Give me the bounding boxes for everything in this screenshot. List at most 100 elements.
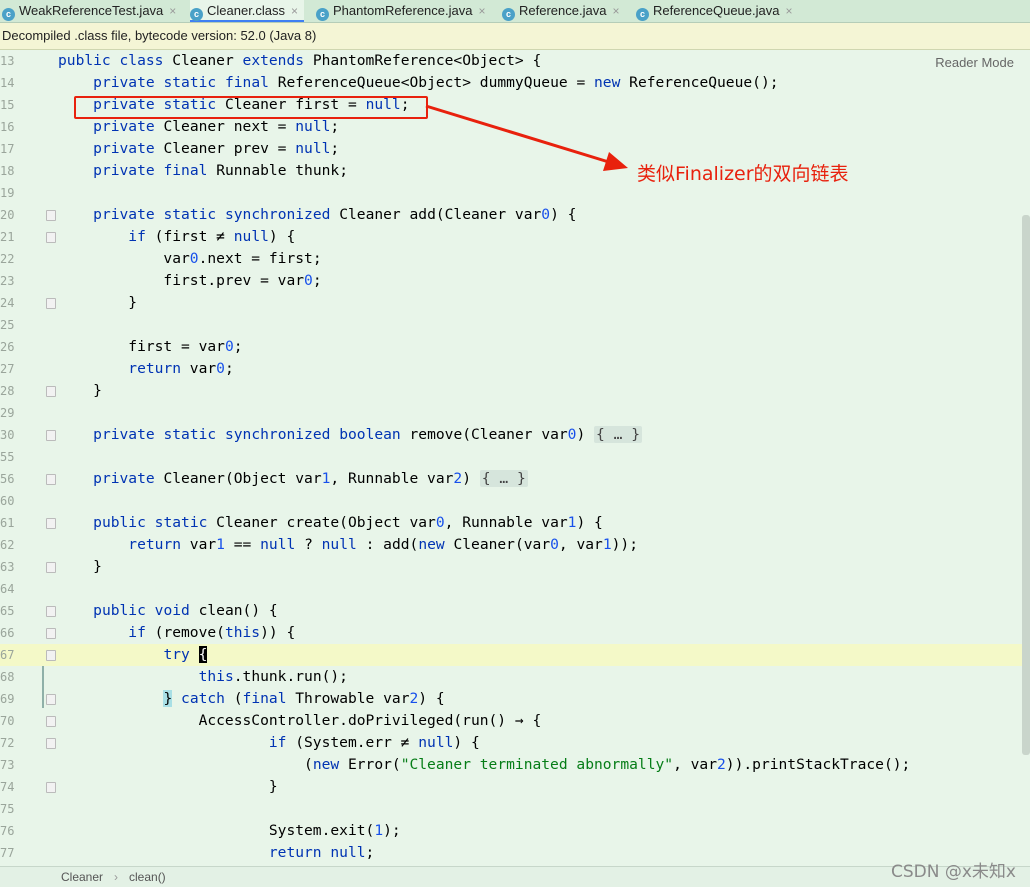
code-line[interactable]: 17 private Cleaner prev = null; bbox=[0, 138, 1030, 160]
code-line[interactable]: 20 private static synchronized Cleaner a… bbox=[0, 204, 1030, 226]
code-line[interactable]: 77 return null; bbox=[0, 842, 1030, 864]
fold-marker-icon[interactable] bbox=[46, 606, 56, 617]
fold-marker-icon[interactable] bbox=[46, 782, 56, 793]
code-line[interactable]: 65 public void clean() { bbox=[0, 600, 1030, 622]
code-text: private static final ReferenceQueue<Obje… bbox=[93, 74, 779, 91]
close-icon[interactable]: × bbox=[785, 4, 792, 18]
code-text: try { bbox=[163, 646, 208, 663]
close-icon[interactable]: × bbox=[478, 4, 485, 18]
code-line[interactable]: 19 bbox=[0, 182, 1030, 204]
code-line[interactable]: 72 if (System.err ≠ null) { bbox=[0, 732, 1030, 754]
line-number: 20 bbox=[0, 208, 15, 222]
fold-marker-icon[interactable] bbox=[46, 386, 56, 397]
code-line[interactable]: 25 bbox=[0, 314, 1030, 336]
fold-marker-icon[interactable] bbox=[46, 716, 56, 727]
close-icon[interactable]: × bbox=[612, 4, 619, 18]
code-text: private Cleaner prev = null; bbox=[93, 140, 340, 157]
code-line[interactable]: 64 bbox=[0, 578, 1030, 600]
code-line[interactable]: 16 private Cleaner next = null; bbox=[0, 116, 1030, 138]
code-line[interactable]: 66 if (remove(this)) { bbox=[0, 622, 1030, 644]
code-line[interactable]: 23 first.prev = var0; bbox=[0, 270, 1030, 292]
code-text: private static synchronized Cleaner add(… bbox=[93, 206, 577, 223]
line-number: 55 bbox=[0, 450, 15, 464]
code-line[interactable]: 63 } bbox=[0, 556, 1030, 578]
class-icon: c bbox=[636, 8, 649, 21]
code-line[interactable]: 76 System.exit(1); bbox=[0, 820, 1030, 842]
fold-marker-icon[interactable] bbox=[46, 518, 56, 529]
tab-cleaner-class[interactable]: c Cleaner.class × bbox=[190, 0, 305, 22]
code-line[interactable]: 18 private final Runnable thunk; bbox=[0, 160, 1030, 182]
line-number: 21 bbox=[0, 230, 15, 244]
breadcrumb-item-method[interactable]: clean() bbox=[129, 867, 166, 887]
code-text: private static synchronized boolean remo… bbox=[93, 426, 642, 443]
code-line[interactable]: 21 if (first ≠ null) { bbox=[0, 226, 1030, 248]
code-line[interactable]: 75 bbox=[0, 798, 1030, 820]
code-line[interactable]: 73 (new Error("Cleaner terminated abnorm… bbox=[0, 754, 1030, 776]
fold-marker-icon[interactable] bbox=[46, 738, 56, 749]
code-text: } bbox=[58, 558, 102, 575]
tab-phantomreference[interactable]: c PhantomReference.java × bbox=[316, 0, 486, 22]
code-text: private final Runnable thunk; bbox=[93, 162, 348, 179]
fold-marker-icon[interactable] bbox=[46, 232, 56, 243]
fold-marker-icon[interactable] bbox=[46, 474, 56, 485]
code-text: if (first ≠ null) { bbox=[128, 228, 296, 245]
tab-reference[interactable]: c Reference.java × bbox=[502, 0, 619, 22]
code-line[interactable]: 70 AccessController.doPrivileged(run() →… bbox=[0, 710, 1030, 732]
code-line[interactable]: 27 return var0; bbox=[0, 358, 1030, 380]
code-line[interactable]: 28 } bbox=[0, 380, 1030, 402]
code-line[interactable]: 67 try { bbox=[0, 644, 1030, 666]
close-icon[interactable]: × bbox=[291, 4, 298, 18]
code-line[interactable]: 29 bbox=[0, 402, 1030, 424]
code-editor[interactable]: 13 public class Cleaner extends PhantomRe… bbox=[0, 50, 1030, 866]
tab-label: PhantomReference.java bbox=[333, 3, 473, 18]
code-line[interactable]: 26 first = var0; bbox=[0, 336, 1030, 358]
vertical-scrollbar[interactable] bbox=[1022, 215, 1030, 755]
code-text: public static Cleaner create(Object var0… bbox=[93, 514, 603, 531]
line-number: 68 bbox=[0, 670, 15, 684]
code-line[interactable]: 68 this.thunk.run(); bbox=[0, 666, 1030, 688]
line-number: 56 bbox=[0, 472, 15, 486]
tab-label: Reference.java bbox=[519, 3, 607, 18]
code-line[interactable]: 60 bbox=[0, 490, 1030, 512]
breadcrumb-item-class[interactable]: Cleaner bbox=[61, 867, 103, 887]
code-text: var0.next = first; bbox=[58, 250, 322, 267]
code-line[interactable]: 74 } bbox=[0, 776, 1030, 798]
code-text: first.prev = var0; bbox=[58, 272, 322, 289]
reader-mode-toggle[interactable]: Reader Mode bbox=[935, 55, 1014, 70]
tab-label: WeakReferenceTest.java bbox=[19, 3, 164, 18]
line-number: 60 bbox=[0, 494, 15, 508]
code-line[interactable]: 30 private static synchronized boolean r… bbox=[0, 424, 1030, 446]
line-number: 65 bbox=[0, 604, 15, 618]
fold-marker-icon[interactable] bbox=[46, 694, 56, 705]
line-number: 61 bbox=[0, 516, 15, 530]
fold-marker-icon[interactable] bbox=[46, 430, 56, 441]
code-line[interactable]: 62 return var1 == null ? null : add(new … bbox=[0, 534, 1030, 556]
code-line[interactable]: 61 public static Cleaner create(Object v… bbox=[0, 512, 1030, 534]
code-line[interactable]: 14 private static final ReferenceQueue<O… bbox=[0, 72, 1030, 94]
code-line[interactable]: 55 bbox=[0, 446, 1030, 468]
code-text: return null; bbox=[268, 844, 375, 861]
code-line[interactable]: 24 } bbox=[0, 292, 1030, 314]
fold-marker-icon[interactable] bbox=[46, 628, 56, 639]
tab-referencequeue[interactable]: c ReferenceQueue.java × bbox=[636, 0, 793, 22]
tab-label: Cleaner.class bbox=[207, 3, 286, 18]
line-number: 16 bbox=[0, 120, 15, 134]
code-line[interactable]: 13 public class Cleaner extends PhantomRe… bbox=[0, 50, 1030, 72]
line-number: 18 bbox=[0, 164, 15, 178]
code-line[interactable]: 69 } catch (final Throwable var2) { bbox=[0, 688, 1030, 710]
code-text: return var1 == null ? null : add(new Cle… bbox=[128, 536, 638, 553]
close-icon[interactable]: × bbox=[169, 4, 176, 18]
line-number: 66 bbox=[0, 626, 15, 640]
tab-weakreferencetest[interactable]: c WeakReferenceTest.java × bbox=[2, 0, 176, 22]
code-text: this.thunk.run(); bbox=[198, 668, 348, 685]
code-text: } catch (final Throwable var2) { bbox=[163, 690, 445, 707]
fold-marker-icon[interactable] bbox=[46, 298, 56, 309]
code-line[interactable]: 22 var0.next = first; bbox=[0, 248, 1030, 270]
fold-marker-icon[interactable] bbox=[46, 210, 56, 221]
fold-marker-icon[interactable] bbox=[46, 650, 56, 661]
code-text: System.exit(1); bbox=[58, 822, 401, 839]
code-line[interactable]: 56 private Cleaner(Object var1, Runnable… bbox=[0, 468, 1030, 490]
annotation-label: 类似Finalizer的双向链表 bbox=[637, 163, 849, 185]
fold-marker-icon[interactable] bbox=[46, 562, 56, 573]
banner-text: Decompiled .class file, bytecode version… bbox=[2, 28, 317, 43]
